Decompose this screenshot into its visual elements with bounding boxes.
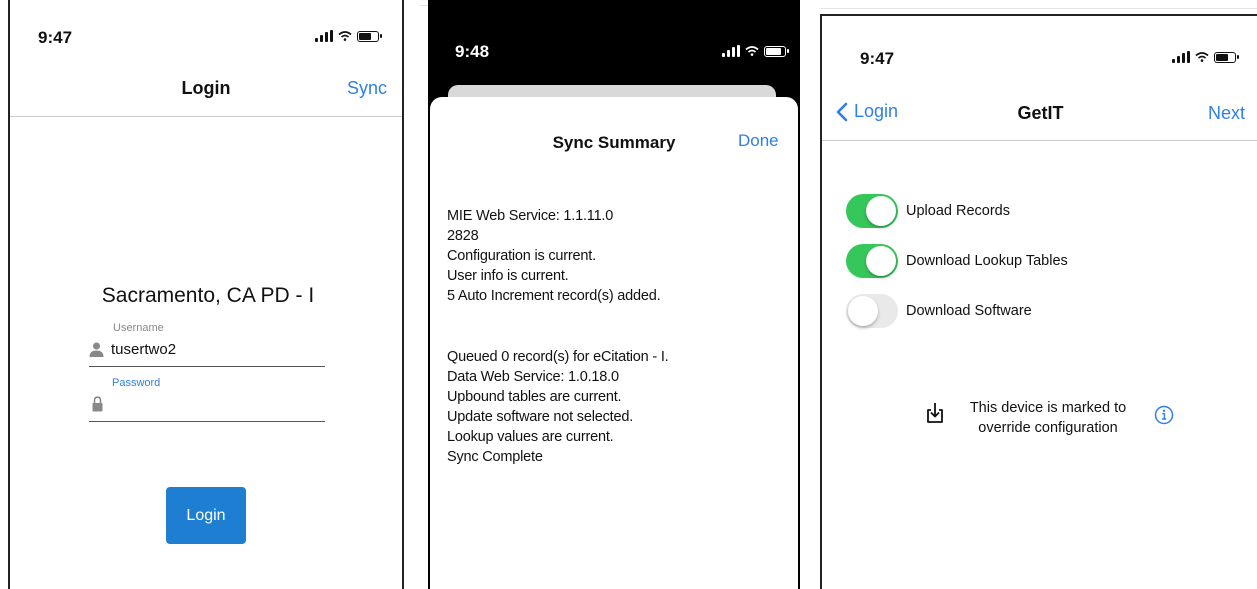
summary-group-1: MIE Web Service: 1.1.11.0 2828 Configura… bbox=[447, 206, 661, 306]
top-divider bbox=[820, 8, 1257, 9]
battery-icon bbox=[764, 45, 789, 57]
toggle-label: Upload Records bbox=[906, 203, 1010, 219]
upload-records-toggle[interactable] bbox=[846, 194, 898, 228]
wifi-icon bbox=[745, 46, 759, 56]
toggle-label: Download Lookup Tables bbox=[906, 253, 1068, 269]
sync-summary-screen: 9:48 Sync Summary Done MIE Web Service: … bbox=[428, 0, 800, 589]
summary-line: Lookup values are current. bbox=[447, 429, 614, 445]
signal-icon bbox=[722, 45, 740, 57]
agency-name: Sacramento, CA PD - I bbox=[101, 284, 315, 307]
login-screen: 9:47 Login Sync Sacramento, CA PD - I Us… bbox=[8, 0, 404, 589]
summary-line: 2828 bbox=[447, 228, 479, 244]
password-input[interactable] bbox=[111, 394, 325, 416]
nav-divider bbox=[10, 116, 402, 117]
getit-screen: 9:47 Login GetIT Next Upload Records Dow… bbox=[820, 14, 1257, 589]
login-button[interactable]: Login bbox=[166, 487, 246, 544]
toggle-label: Download Software bbox=[906, 303, 1032, 319]
summary-line: Queued 0 record(s) for eCitation - I. bbox=[447, 349, 669, 365]
summary-line: Configuration is current. bbox=[447, 248, 596, 264]
password-label: Password bbox=[112, 377, 161, 389]
status-time: 9:48 bbox=[455, 42, 490, 61]
status-icons bbox=[1172, 51, 1239, 63]
summary-line: User info is current. bbox=[447, 268, 569, 284]
summary-line: MIE Web Service: 1.1.11.0 bbox=[447, 208, 614, 224]
status-time: 9:47 bbox=[860, 49, 895, 68]
sync-summary-sheet: Sync Summary Done MIE Web Service: 1.1.1… bbox=[430, 97, 798, 589]
status-icons bbox=[722, 45, 789, 57]
username-underline bbox=[89, 366, 325, 367]
summary-group-2: Queued 0 record(s) for eCitation - I. Da… bbox=[447, 347, 669, 467]
summary-line: Upbound tables are current. bbox=[447, 389, 622, 405]
battery-icon bbox=[1214, 51, 1239, 63]
override-notice: This device is marked to override config… bbox=[958, 398, 1138, 438]
nav-divider bbox=[822, 140, 1257, 141]
summary-line: Update software not selected. bbox=[447, 409, 634, 425]
done-button[interactable]: Done bbox=[738, 131, 779, 151]
summary-line: Sync Complete bbox=[447, 449, 543, 465]
notice-line: This device is marked to bbox=[969, 400, 1127, 416]
status-time: 9:47 bbox=[38, 28, 73, 47]
password-underline bbox=[89, 421, 325, 422]
summary-line: Data Web Service: 1.0.18.0 bbox=[447, 369, 619, 385]
wifi-icon bbox=[338, 31, 352, 41]
download-icon bbox=[927, 403, 943, 423]
person-icon bbox=[89, 342, 104, 357]
status-icons bbox=[315, 30, 382, 42]
sync-button[interactable]: Sync bbox=[347, 78, 387, 99]
username-input[interactable]: tusertwo2 bbox=[111, 341, 176, 358]
battery-icon bbox=[357, 30, 382, 42]
download-lookup-tables-toggle[interactable] bbox=[846, 244, 898, 278]
summary-line: 5 Auto Increment record(s) added. bbox=[447, 288, 661, 304]
download-software-toggle[interactable] bbox=[846, 294, 898, 328]
username-label: Username bbox=[113, 322, 164, 334]
wifi-icon bbox=[1195, 52, 1209, 62]
nav-title: GetIT bbox=[1017, 103, 1064, 123]
notice-line: override configuration bbox=[978, 420, 1118, 436]
info-icon[interactable] bbox=[1154, 405, 1174, 425]
nav-title: Login bbox=[181, 78, 231, 98]
lock-icon bbox=[92, 396, 103, 412]
next-button[interactable]: Next bbox=[1208, 103, 1245, 124]
signal-icon bbox=[1172, 51, 1190, 63]
signal-icon bbox=[315, 30, 333, 42]
